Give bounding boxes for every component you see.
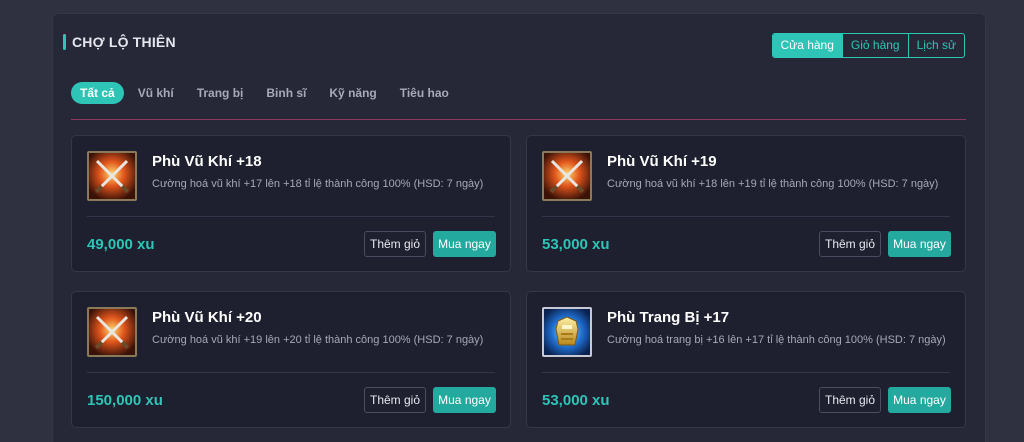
card-divider <box>542 216 950 217</box>
tab-cart[interactable]: Giỏ hàng <box>843 34 909 57</box>
card-divider <box>87 372 495 373</box>
market-panel: CHỢ LỘ THIÊN Cửa hàng Giỏ hàng Lịch sử T… <box>52 13 986 442</box>
product-price: 53,000 xu <box>542 392 610 409</box>
golden-armor-icon <box>542 307 592 357</box>
product-description: Cường hoá vũ khí +19 lên +20 tỉ lệ thành… <box>152 334 484 346</box>
product-title: Phù Vũ Khí +19 <box>607 153 717 170</box>
add-to-cart-button[interactable]: Thêm giỏ <box>364 231 426 257</box>
category-all[interactable]: Tất cả <box>71 82 124 104</box>
product-price: 49,000 xu <box>87 236 155 253</box>
crossed-swords-icon <box>87 307 137 357</box>
tab-history[interactable]: Lịch sử <box>909 34 964 57</box>
card-divider <box>87 216 495 217</box>
product-price: 150,000 xu <box>87 392 163 409</box>
crossed-swords-icon <box>542 151 592 201</box>
category-skills[interactable]: Kỹ năng <box>329 82 376 104</box>
category-soldiers[interactable]: Binh sĩ <box>266 82 306 104</box>
product-description: Cường hoá trang bị +16 lên +17 tỉ lệ thà… <box>607 334 946 346</box>
page-header: CHỢ LỘ THIÊN <box>63 34 176 50</box>
buy-now-button[interactable]: Mua ngay <box>888 387 951 413</box>
product-card: Phù Vũ Khí +19 Cường hoá vũ khí +18 lên … <box>526 135 966 272</box>
product-description: Cường hoá vũ khí +18 lên +19 tỉ lệ thành… <box>607 178 939 190</box>
product-description: Cường hoá vũ khí +17 lên +18 tỉ lệ thành… <box>152 178 484 190</box>
view-tabs: Cửa hàng Giỏ hàng Lịch sử <box>771 33 965 58</box>
section-divider <box>71 119 966 120</box>
tab-shop[interactable]: Cửa hàng <box>772 34 843 57</box>
product-title: Phù Vũ Khí +20 <box>152 309 262 326</box>
category-equipment[interactable]: Trang bị <box>197 82 244 104</box>
product-title: Phù Vũ Khí +18 <box>152 153 262 170</box>
product-title: Phù Trang Bị +17 <box>607 309 730 326</box>
add-to-cart-button[interactable]: Thêm giỏ <box>364 387 426 413</box>
product-card: Phù Vũ Khí +20 Cường hoá vũ khí +19 lên … <box>71 291 511 428</box>
product-card: Phù Trang Bị +17 Cường hoá trang bị +16 … <box>526 291 966 428</box>
category-tabs: Tất cả Vũ khí Trang bị Binh sĩ Kỹ năng T… <box>71 82 472 104</box>
header-accent-bar <box>63 34 66 50</box>
buy-now-button[interactable]: Mua ngay <box>433 387 496 413</box>
buy-now-button[interactable]: Mua ngay <box>888 231 951 257</box>
buy-now-button[interactable]: Mua ngay <box>433 231 496 257</box>
product-price: 53,000 xu <box>542 236 610 253</box>
category-weapons[interactable]: Vũ khí <box>138 82 174 104</box>
card-divider <box>542 372 950 373</box>
add-to-cart-button[interactable]: Thêm giỏ <box>819 387 881 413</box>
category-consumables[interactable]: Tiêu hao <box>400 82 449 104</box>
page-title: CHỢ LỘ THIÊN <box>72 34 176 50</box>
crossed-swords-icon <box>87 151 137 201</box>
product-card: Phù Vũ Khí +18 Cường hoá vũ khí +17 lên … <box>71 135 511 272</box>
add-to-cart-button[interactable]: Thêm giỏ <box>819 231 881 257</box>
